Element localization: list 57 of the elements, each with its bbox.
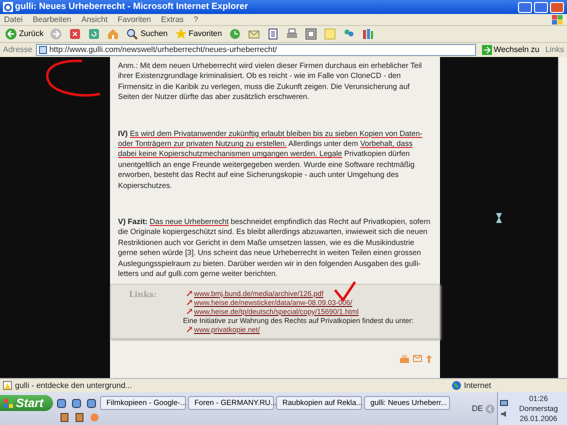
forward-arrow-icon — [50, 28, 62, 40]
minimize-button[interactable] — [518, 2, 532, 12]
go-button[interactable]: Wechseln zu — [480, 44, 542, 56]
close-button[interactable] — [550, 2, 564, 12]
search-icon — [126, 28, 138, 40]
envelope-icon — [248, 28, 260, 40]
quick-launch-button[interactable] — [70, 398, 84, 408]
links-label[interactable]: Links — [545, 44, 564, 56]
quick-launch-button[interactable] — [55, 398, 68, 408]
scrollbar[interactable] — [558, 57, 567, 378]
menu-item[interactable]: Datei — [4, 14, 23, 26]
quick-launch-button[interactable] — [85, 398, 98, 408]
menu-item[interactable]: Favoriten — [118, 14, 151, 26]
windows-flag-icon — [4, 398, 13, 408]
menu-item[interactable]: Extras — [160, 14, 184, 26]
quick-launch-button[interactable] — [73, 413, 86, 422]
printer-icon — [400, 354, 409, 362]
star-icon — [174, 28, 187, 40]
window-icon — [304, 28, 317, 40]
arrow-right-icon — [482, 45, 492, 55]
warning-page-icon — [3, 381, 12, 390]
address-label: Adresse — [3, 44, 32, 56]
back-button[interactable]: Zurück — [3, 28, 46, 40]
quick-launch-button[interactable] — [58, 413, 71, 422]
speaker-icon — [500, 410, 508, 418]
envelope-icon — [413, 354, 422, 362]
back-arrow-icon — [5, 28, 17, 40]
arrow-icon — [187, 308, 192, 314]
links-label: Links: — [129, 288, 158, 300]
arrow-icon — [187, 290, 192, 296]
refresh-icon — [88, 28, 100, 40]
clock-icon — [228, 28, 241, 40]
address-field[interactable]: http://www.gulli.com/newswelt/urheberrecht/neues-urheberrecht/ — [36, 44, 476, 56]
chevron-left-icon — [485, 404, 495, 414]
menu-item[interactable]: ? — [194, 14, 198, 26]
circle-icon — [90, 413, 99, 422]
arrow-icon — [187, 300, 192, 304]
document-icon — [266, 28, 279, 40]
window-button[interactable] — [302, 28, 319, 40]
search-button[interactable]: Suchen — [124, 28, 170, 40]
house-icon — [107, 28, 120, 40]
language-indicator[interactable]: DE — [472, 402, 483, 414]
window-title: gulli: Neues Urheberrecht - Microsoft Internet Explorer — [15, 0, 250, 14]
menu-item[interactable]: Bearbeiten — [32, 14, 72, 26]
arrow-icon — [187, 326, 192, 332]
security-zone: Internet — [464, 380, 492, 392]
printer-icon — [286, 28, 298, 40]
globe-icon — [452, 381, 461, 390]
favorites-button[interactable]: Favoriten — [172, 28, 224, 40]
hourglass-icon — [496, 212, 502, 222]
sticky-note-icon — [324, 28, 336, 40]
status-text: gulli - entdecke den untergrund... — [15, 380, 133, 392]
stop-icon — [69, 28, 82, 40]
windows-flag-icon — [551, 14, 563, 24]
menu-item[interactable]: Ansicht — [81, 14, 108, 26]
up-arrow-icon — [426, 354, 432, 362]
maximize-button[interactable] — [534, 2, 548, 12]
